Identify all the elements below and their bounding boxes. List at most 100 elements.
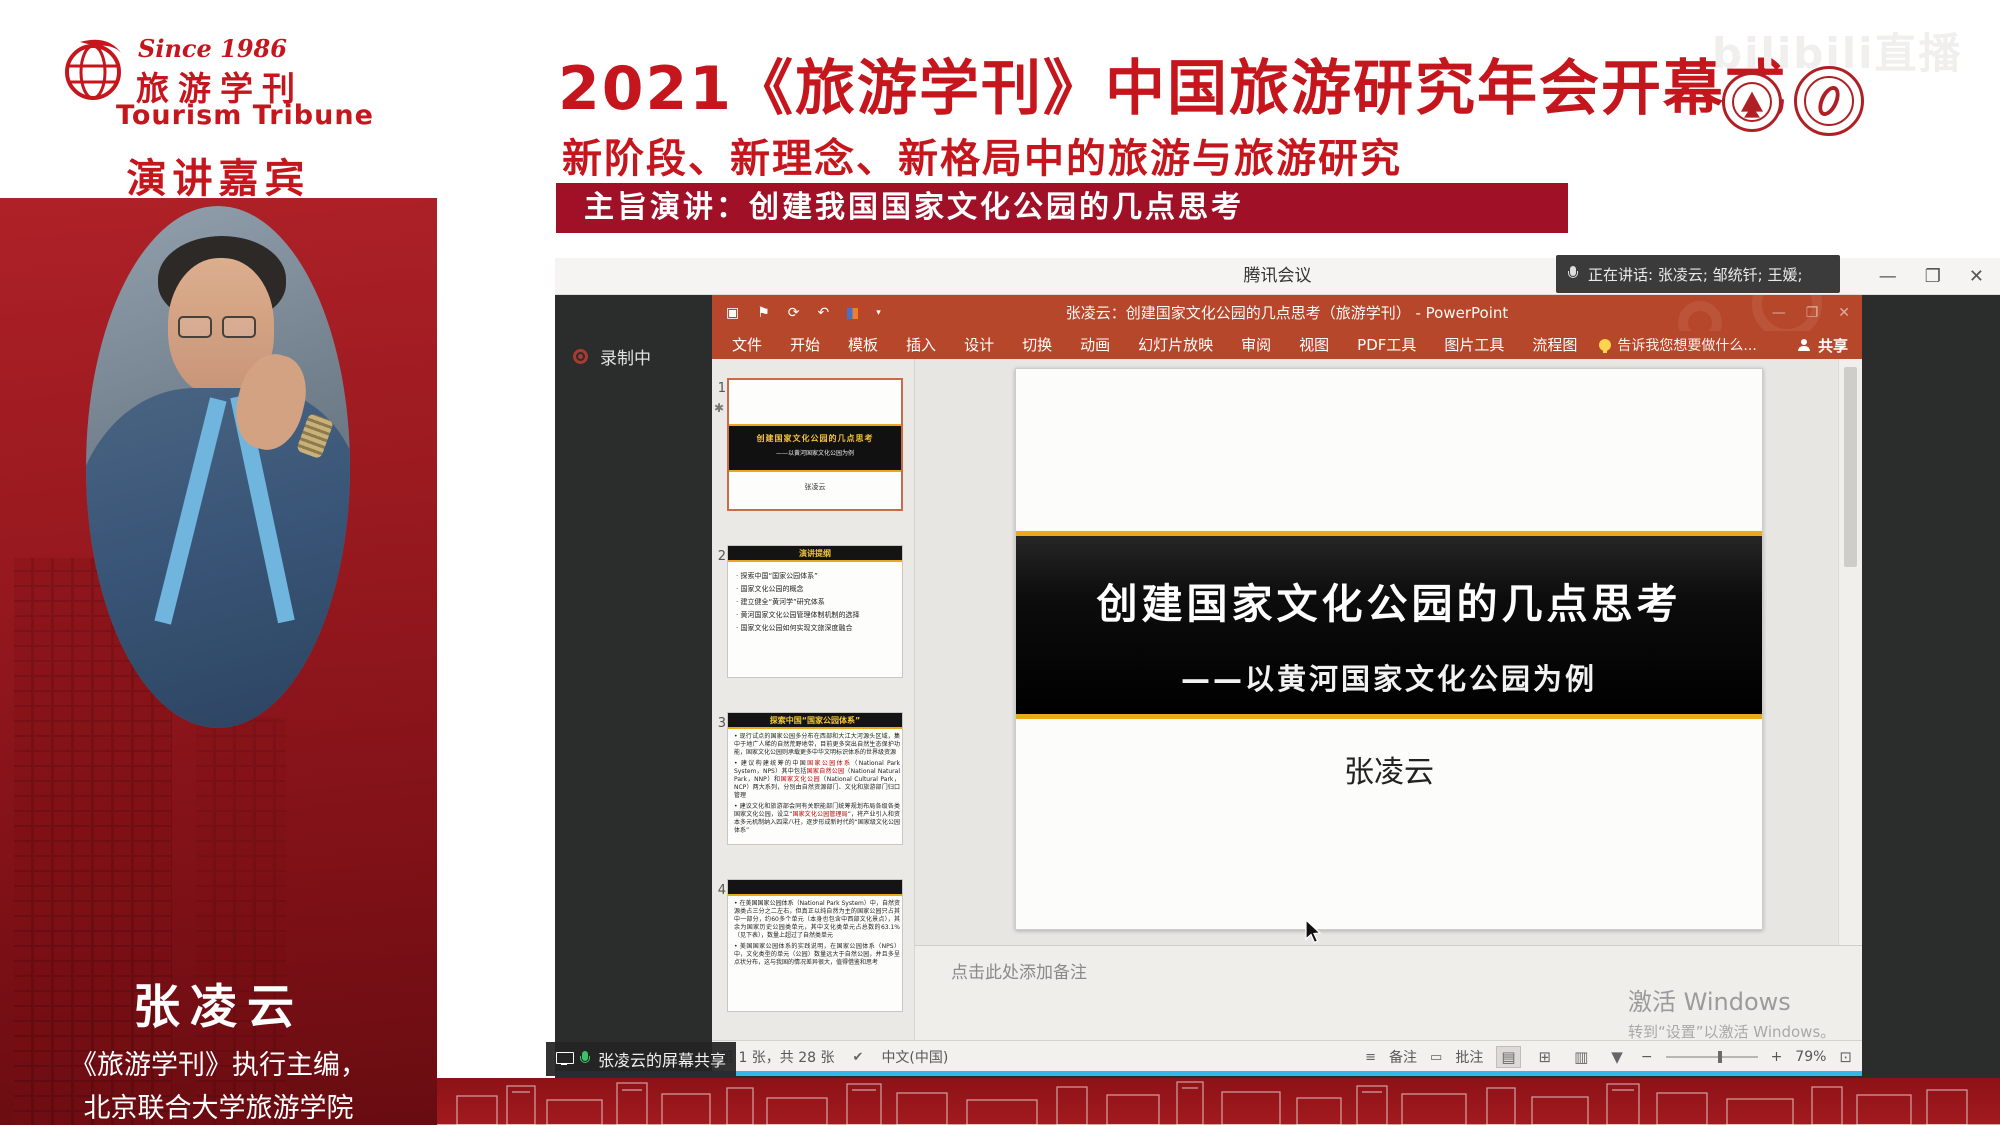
tell-me-label: 告诉我您想要做什么... bbox=[1617, 335, 1756, 355]
thumbnail-number: 1 bbox=[712, 381, 726, 396]
fit-to-window-icon[interactable]: ⊡ bbox=[1839, 1048, 1852, 1066]
logo-english-name: Tourism Tribune bbox=[116, 100, 374, 131]
thumb1-subtitle: ——以黄河国家文化公园为例 bbox=[729, 448, 901, 457]
thumb2-bullet-list: · 探索中国“国家公园体系” · 国家文化公园的概念 · 建立健全“黄河学”研究… bbox=[736, 570, 898, 635]
person-icon bbox=[1798, 339, 1810, 351]
language-indicator[interactable]: 中文(中国) bbox=[881, 1047, 948, 1067]
zoom-slider-knob[interactable] bbox=[1718, 1051, 1722, 1063]
speaker-name: 张凌云 bbox=[0, 968, 437, 1037]
slideshow-button[interactable]: ▼ bbox=[1606, 1046, 1628, 1068]
thumb1-title-band: 创建国家文化公园的几点思考 ——以黄河国家文化公园为例 bbox=[729, 424, 901, 472]
current-slide[interactable]: 创建国家文化公园的几点思考 ——以黄河国家文化公园为例 张凌云 bbox=[1015, 368, 1763, 930]
tab-animations[interactable]: 动画 bbox=[1066, 331, 1124, 359]
tell-me-box[interactable]: 告诉我您想要做什么... bbox=[1599, 335, 1756, 355]
ppt-title-bar: 张凌云：创建国家文化公园的几点思考（旅游学刊） - PowerPoint ▣ ⚑… bbox=[712, 295, 1862, 331]
tab-slideshow[interactable]: 幻灯片放映 bbox=[1124, 331, 1227, 359]
tab-insert[interactable]: 插入 bbox=[892, 331, 950, 359]
thumbnail-number: 4 bbox=[712, 883, 726, 898]
thumb1-title: 创建国家文化公园的几点思考 bbox=[729, 433, 901, 444]
city-skyline-strip bbox=[437, 1078, 2000, 1125]
close-button[interactable]: ✕ bbox=[1969, 266, 1984, 287]
keynote-banner: 主旨演讲：创建我国国家文化公园的几点思考 bbox=[556, 183, 1568, 233]
now-speaking-toast: 正在讲话: 张凌云; 邹统钎; 王媛; bbox=[1556, 255, 1840, 293]
speaker-portrait bbox=[86, 206, 350, 728]
qat-more-icon[interactable]: ▾ bbox=[876, 308, 881, 318]
notes-placeholder: 点击此处添加备注 bbox=[951, 958, 1087, 983]
record-dot-icon bbox=[573, 349, 588, 364]
thumb3-text-red: 国家文化公园管理局 bbox=[792, 811, 847, 818]
thumb3-text-red: 国家文化公园 bbox=[781, 776, 821, 783]
comments-icon: ▭ bbox=[1430, 1050, 1442, 1065]
slide-title: 创建国家文化公园的几点思考 bbox=[1016, 570, 1762, 630]
thumb2-header: 演讲提纲 bbox=[728, 546, 902, 562]
normal-view-button[interactable]: ▤ bbox=[1496, 1046, 1520, 1068]
tab-template[interactable]: 模板 bbox=[834, 331, 892, 359]
tab-pdf-tools[interactable]: PDF工具 bbox=[1343, 331, 1430, 359]
speaker-bio-line: 《旅游学刊》执行主编， bbox=[0, 1044, 437, 1087]
thumb2-bullet: · 建立健全“黄河学”研究体系 bbox=[736, 596, 898, 609]
slide-thumbnail-3[interactable]: 探索中国“国家公园体系” 现行试点的国家公园多分布在西部和大江大河源头区域，集中… bbox=[727, 712, 903, 845]
slide-counter: 第 1 张，共 28 张 bbox=[720, 1047, 835, 1067]
tourism-tribune-globe-icon bbox=[60, 32, 130, 106]
tab-review[interactable]: 审阅 bbox=[1227, 331, 1285, 359]
spell-check-icon[interactable]: ✔ bbox=[853, 1050, 864, 1065]
notes-toggle[interactable]: 备注 bbox=[1389, 1047, 1417, 1067]
ppt-maximize-button[interactable]: ❐ bbox=[1806, 305, 1819, 321]
tab-design[interactable]: 设计 bbox=[950, 331, 1008, 359]
zoom-level[interactable]: 79% bbox=[1795, 1049, 1826, 1065]
comments-toggle[interactable]: 批注 bbox=[1455, 1047, 1483, 1067]
slide-thumbnail-4[interactable]: 在美国国家公园体系（National Park System）中，自然资源类占三… bbox=[727, 879, 903, 1012]
thumb2-bullet: · 国家文化公园的概念 bbox=[736, 583, 898, 596]
zoom-out-button[interactable]: − bbox=[1641, 1049, 1653, 1065]
slide-thumbnail-panel: 1 ✱ 创建国家文化公园的几点思考 ——以黄河国家文化公园为例 张凌云 2 演讲… bbox=[712, 359, 915, 1040]
page-title: 2021《旅游学刊》中国旅游研究年会开幕式 bbox=[558, 40, 1787, 127]
slide-editing-canvas[interactable]: 创建国家文化公园的几点思考 ——以黄河国家文化公园为例 张凌云 bbox=[915, 359, 1838, 945]
slide-title-band: 创建国家文化公园的几点思考 ——以黄河国家文化公园为例 bbox=[1016, 531, 1762, 719]
notes-pane[interactable]: 点击此处添加备注 激活 Windows 转到“设置”以激活 Windows。 bbox=[915, 945, 1862, 1040]
screen-icon bbox=[556, 1052, 572, 1066]
thumbnail-number: 2 bbox=[712, 549, 726, 564]
lightbulb-icon bbox=[1599, 339, 1611, 351]
activate-windows-watermark: 激活 Windows 转到“设置”以激活 Windows。 bbox=[1628, 982, 1835, 1042]
tab-picture-tools[interactable]: 图片工具 bbox=[1430, 331, 1518, 359]
redo-icon[interactable]: ⟳ bbox=[788, 305, 800, 321]
maximize-button[interactable]: ❐ bbox=[1925, 266, 1941, 287]
scrollbar-thumb[interactable] bbox=[1844, 367, 1857, 567]
speaker-bio: 《旅游学刊》执行主编， 北京联合大学旅游学院 特聘教授 bbox=[0, 1044, 437, 1125]
tab-view[interactable]: 视图 bbox=[1285, 331, 1343, 359]
screen-share-tag: 张凌云的屏幕共享 bbox=[546, 1042, 736, 1076]
now-speaking-text: 正在讲话: 张凌云; 邹统钎; 王媛; bbox=[1588, 264, 1803, 285]
thumb4-text: 在美国国家公园体系（National Park System）中，自然资源类占三… bbox=[734, 900, 900, 939]
thumb3-text: 建议构建统筹的中国 bbox=[741, 760, 807, 767]
thumb2-bullet: · 探索中国“国家公园体系” bbox=[736, 570, 898, 583]
slide-thumbnail-1[interactable]: 创建国家文化公园的几点思考 ——以黄河国家文化公园为例 张凌云 bbox=[727, 378, 903, 511]
ribbon-tab-bar: 文件 开始 模板 插入 设计 切换 动画 幻灯片放映 审阅 视图 PDF工具 图… bbox=[712, 331, 1862, 359]
thumb3-text-red: 国家公园体系 bbox=[807, 760, 851, 767]
sidebar-red-panel: 张凌云 《旅游学刊》执行主编， 北京联合大学旅游学院 特聘教授 中国·上海前沿 … bbox=[0, 198, 437, 1125]
print-preview-icon[interactable]: ⚑ bbox=[757, 305, 770, 321]
save-icon[interactable]: ▣ bbox=[726, 305, 739, 321]
tab-transitions[interactable]: 切换 bbox=[1008, 331, 1066, 359]
slide-sorter-view-button[interactable]: ⊞ bbox=[1534, 1046, 1557, 1068]
university-seal-buu bbox=[1794, 66, 1864, 136]
minimize-button[interactable]: — bbox=[1879, 266, 1897, 287]
university-seal-ecnu bbox=[1722, 72, 1782, 132]
thumb2-bullet: · 黄河国家文化公园管理体制机制的选择 bbox=[736, 609, 898, 622]
reading-view-button[interactable]: ▥ bbox=[1569, 1046, 1593, 1068]
slide-thumbnail-2[interactable]: 演讲提纲 · 探索中国“国家公园体系” · 国家文化公园的概念 · 建立健全“黄… bbox=[727, 545, 903, 678]
screen-share-label: 张凌云的屏幕共享 bbox=[598, 1047, 726, 1071]
undo-icon[interactable]: ↶ bbox=[818, 305, 830, 321]
share-button[interactable]: 共享 bbox=[1798, 331, 1848, 359]
ppt-status-bar: 第 1 张，共 28 张 ✔ 中文(中国) ≡ 备注 ▭ 批注 ▤ ⊞ ▥ ▼ … bbox=[712, 1040, 1862, 1072]
tab-home[interactable]: 开始 bbox=[776, 331, 834, 359]
zoom-slider[interactable] bbox=[1666, 1056, 1758, 1058]
tab-flowchart[interactable]: 流程图 bbox=[1518, 331, 1591, 359]
ppt-minimize-button[interactable]: — bbox=[1772, 305, 1786, 321]
sidebar: Since 1986 旅游学刊 Tourism Tribune 演讲嘉宾 张凌云… bbox=[0, 0, 437, 1125]
tab-file[interactable]: 文件 bbox=[718, 331, 776, 359]
activate-windows-line1: 激活 Windows bbox=[1628, 982, 1835, 1017]
zoom-in-button[interactable]: + bbox=[1771, 1049, 1783, 1065]
chart-icon[interactable] bbox=[847, 308, 858, 319]
ppt-close-button[interactable]: ✕ bbox=[1838, 305, 1850, 321]
vertical-scrollbar[interactable] bbox=[1838, 359, 1862, 945]
